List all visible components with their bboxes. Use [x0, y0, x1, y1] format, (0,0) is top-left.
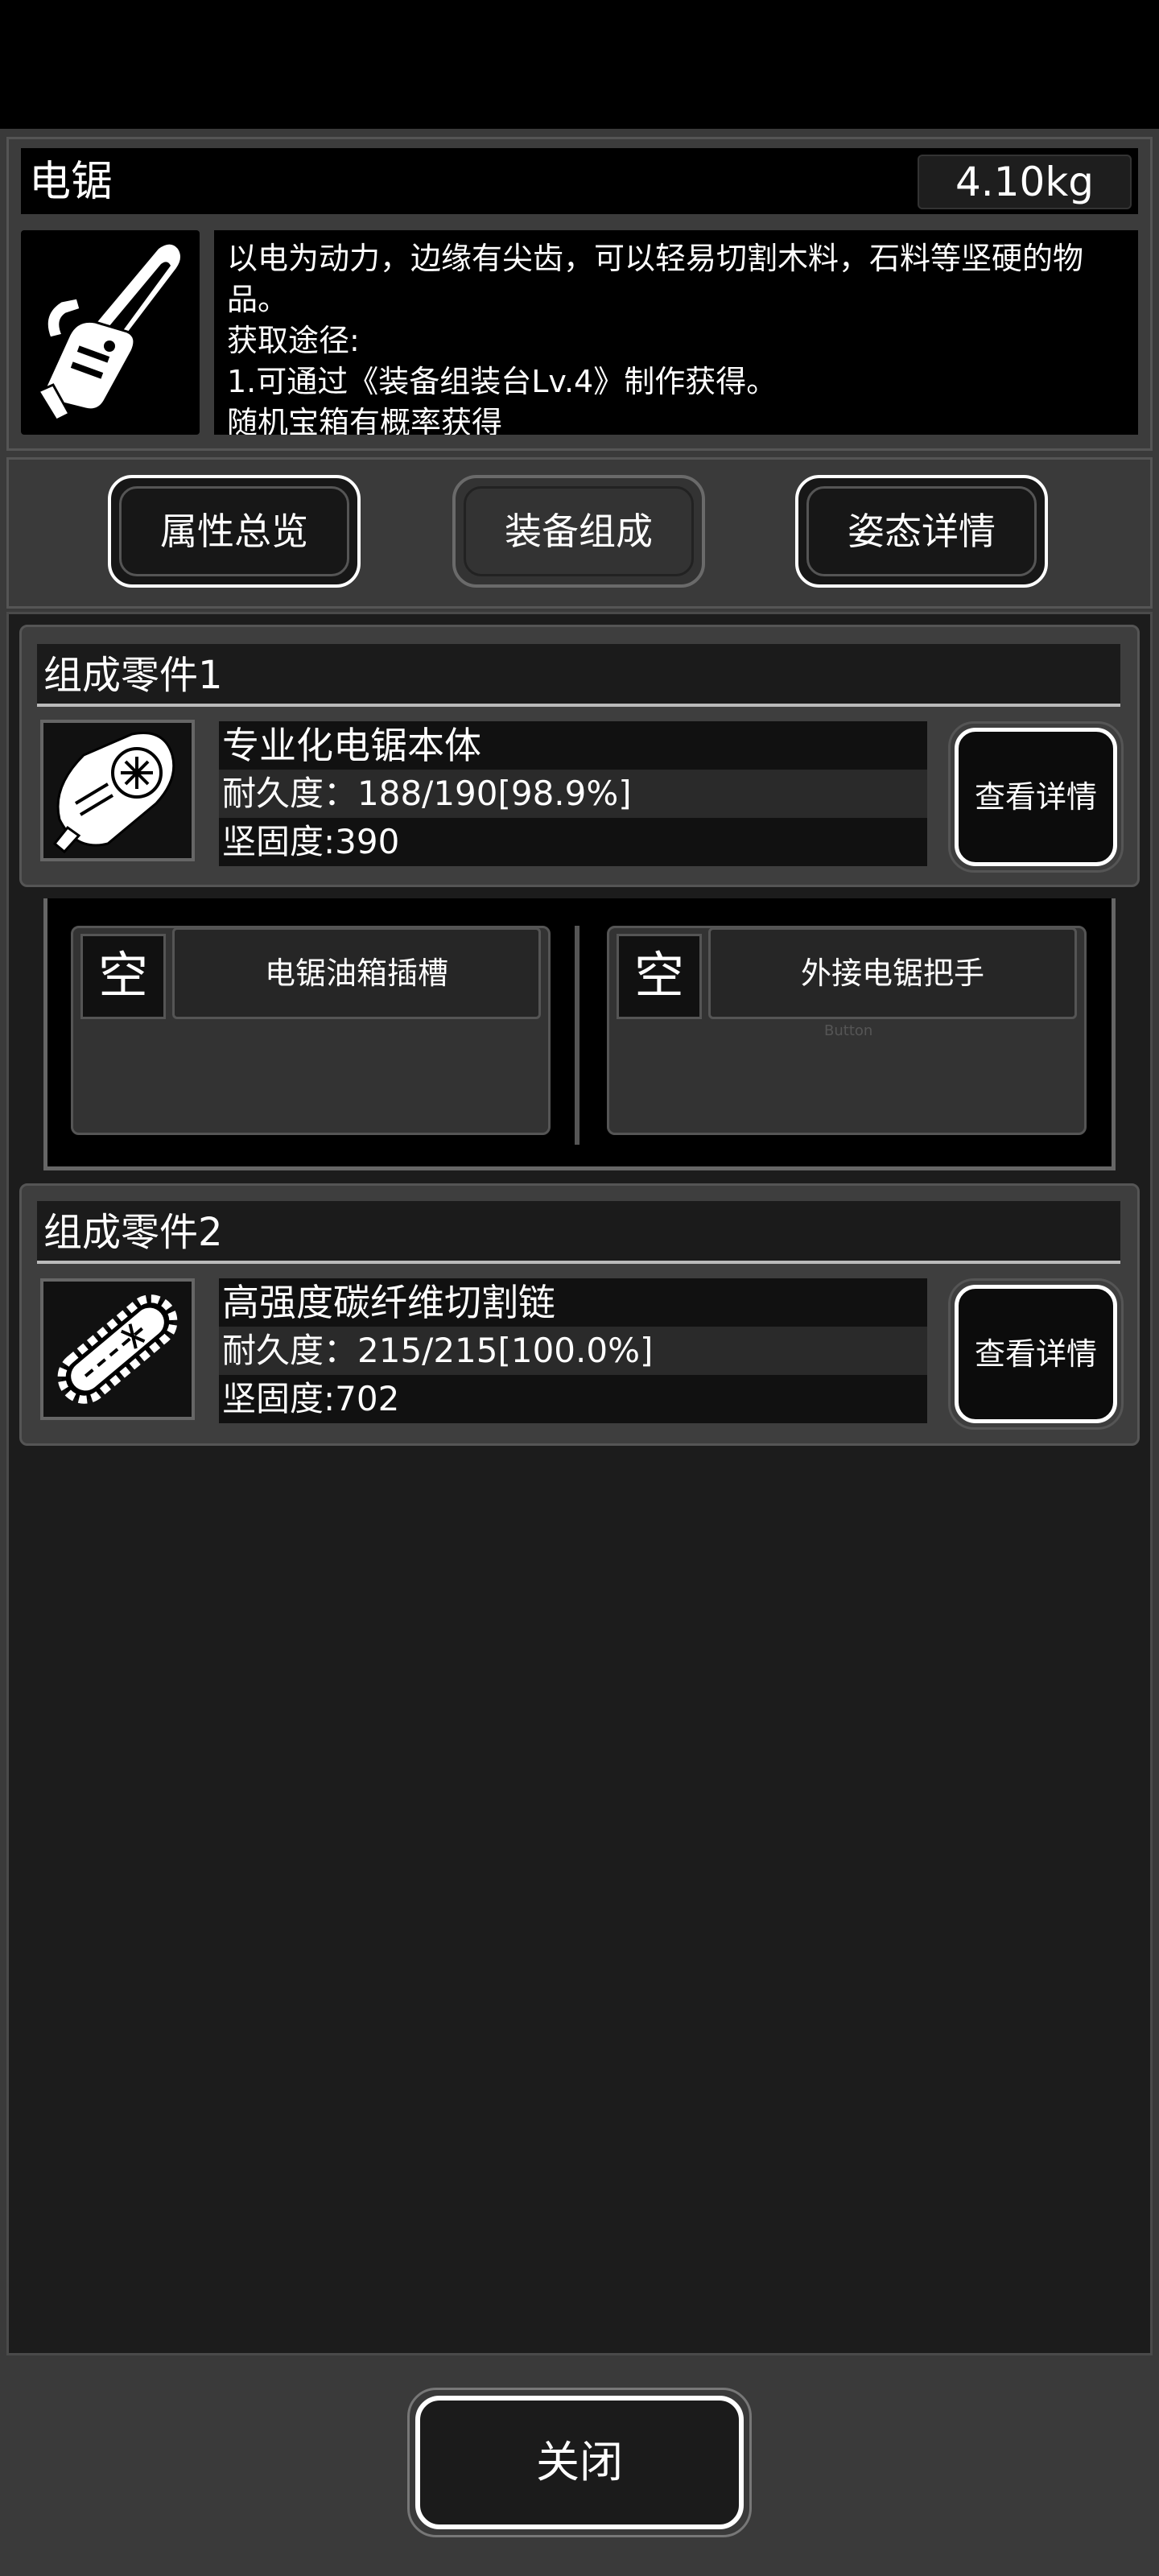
part-name: 专业化电锯本体	[219, 721, 927, 770]
item-weight: 4.10kg	[918, 155, 1132, 209]
item-description: 以电为动力，边缘有尖齿，可以轻易切割木料，石料等坚硬的物品。 获取途径: 1.可…	[214, 230, 1138, 435]
tab-label: 装备组成	[505, 510, 653, 553]
slot-label-button[interactable]: 外接电锯把手	[708, 927, 1077, 1019]
chainsaw-engine-icon	[40, 720, 195, 861]
slot-label-button[interactable]: 电锯油箱插槽	[172, 927, 541, 1019]
part-title: 组成零件1	[43, 653, 223, 698]
ghost-button-text: Button	[824, 1022, 873, 1039]
description-line: 以电为动力，边缘有尖齿，可以轻易切割木料，石料等坚硬的物品。	[227, 241, 1084, 317]
slot-empty-indicator: 空	[617, 934, 702, 1019]
tab-label: 姿态详情	[848, 510, 996, 553]
chainsaw-icon	[21, 230, 200, 435]
close-button[interactable]: 关闭	[415, 2396, 744, 2529]
slot-empty-indicator: 空	[80, 934, 166, 1019]
part-name: 高强度碳纤维切割链	[219, 1278, 927, 1327]
part-durability: 耐久度：215/215[100.0%]	[219, 1327, 927, 1375]
part-hardness: 坚固度:702	[219, 1375, 927, 1423]
description-line: 随机宝箱有概率获得	[227, 405, 503, 435]
part-durability: 耐久度：188/190[98.9%]	[219, 770, 927, 818]
part-hardness: 坚固度:390	[219, 818, 927, 866]
tab-attributes-overview[interactable]: 属性总览	[108, 475, 361, 588]
view-details-button[interactable]: 查看详情	[955, 728, 1117, 866]
slot-divider	[575, 926, 580, 1145]
tab-label: 属性总览	[160, 510, 308, 553]
saw-chain-icon	[40, 1278, 195, 1420]
tab-equipment-composition[interactable]: 装备组成	[452, 475, 705, 588]
description-line: 获取途径:	[227, 323, 360, 358]
part-title: 组成零件2	[43, 1210, 223, 1255]
view-details-button[interactable]: 查看详情	[955, 1285, 1117, 1423]
description-line: 1.可通过《装备组装台Lv.4》制作获得。	[227, 364, 777, 399]
tab-stance-details[interactable]: 姿态详情	[795, 475, 1048, 588]
item-name: 电锯	[29, 158, 113, 206]
